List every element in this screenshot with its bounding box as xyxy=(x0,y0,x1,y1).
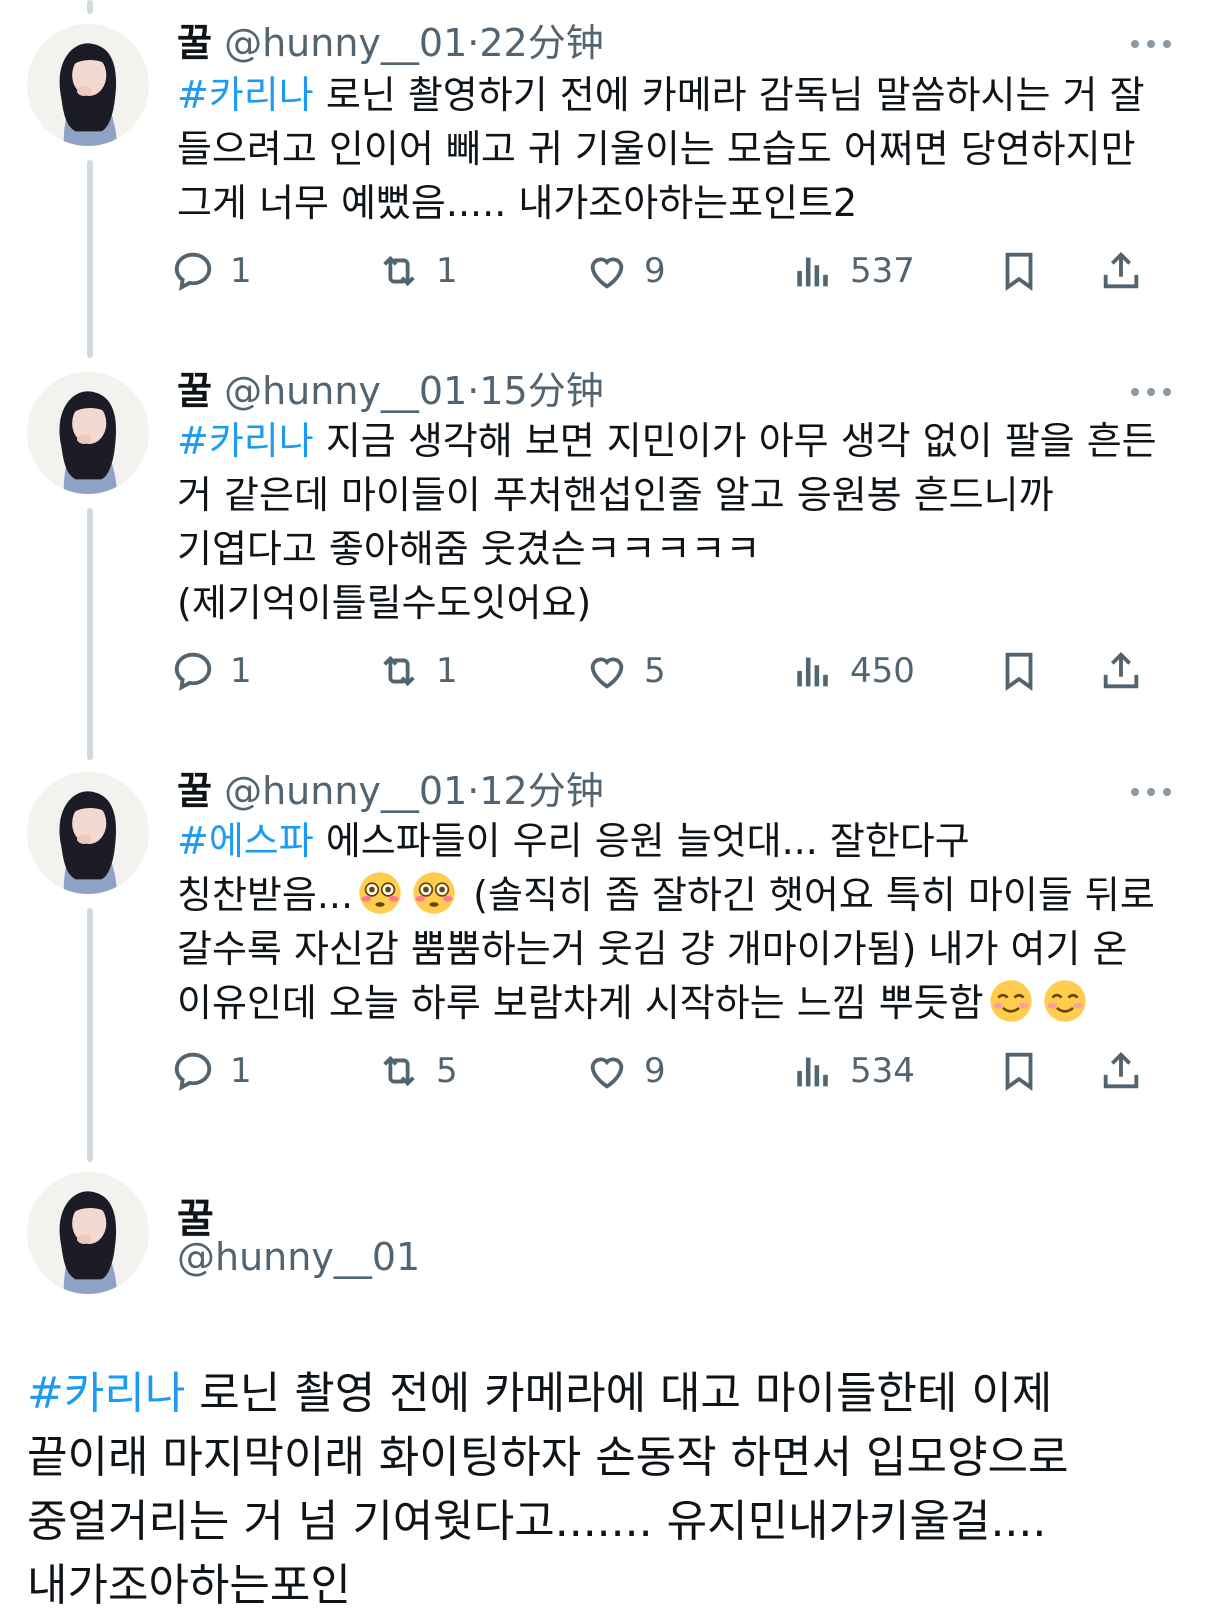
separator: · xyxy=(467,369,480,413)
tweet-body: 지금 생각해 보면 지민이가 아무 생각 없이 팔을 흔든 거 같은데 마이들이… xyxy=(177,419,1169,625)
hashtag-link[interactable]: #카리나 xyxy=(177,73,314,117)
like-count: 9 xyxy=(644,251,666,291)
views-icon xyxy=(797,1057,828,1087)
separator: · xyxy=(467,769,480,813)
views-button[interactable]: 450 xyxy=(790,648,915,694)
like-icon xyxy=(590,1057,624,1089)
bookmark-button[interactable] xyxy=(996,1048,1056,1094)
smiling-face-emoji xyxy=(989,980,1032,1022)
reply-button[interactable]: 1 xyxy=(170,1048,252,1094)
retweet-icon xyxy=(383,1055,415,1087)
reply-icon xyxy=(174,652,212,691)
tweet-text: #카리나 로닌 촬영하기 전에 카메라 감독님 말씀하시는 거 잘 들으려고 인… xyxy=(177,68,1157,230)
like-icon xyxy=(590,257,624,289)
action-bar: 1 1 5 450 xyxy=(170,648,1170,698)
share-icon xyxy=(1103,251,1139,289)
views-button[interactable]: 534 xyxy=(790,1048,915,1094)
like-button[interactable]: 9 xyxy=(584,248,666,294)
user-handle[interactable]: @hunny__01 xyxy=(224,369,467,413)
more-icon[interactable] xyxy=(1128,382,1174,402)
like-icon xyxy=(590,657,624,689)
tweet-text: #에스파 에스파들이 우리 응원 늘엇대... 잘한다구 칭찬받음... (솔직… xyxy=(177,814,1157,1030)
flushed-face-emoji xyxy=(413,872,455,914)
views-icon xyxy=(797,657,828,687)
action-bar: 1 1 9 537 xyxy=(170,248,1170,298)
display-name[interactable]: 꿀 xyxy=(177,769,212,813)
timestamp[interactable]: 15分钟 xyxy=(479,369,603,413)
reply-count: 1 xyxy=(230,1051,252,1091)
tweet-header: 꿀 @hunny__01·15分钟 xyxy=(177,368,604,414)
tweet-header: 꿀 @hunny__01·12分钟 xyxy=(177,768,604,814)
tweet-body: 로닌 촬영 전에 카메라에 대고 마이들한테 이제 끝이래 마지막이래 화이팅하… xyxy=(27,1368,1083,1611)
user-handle[interactable]: @hunny__01 xyxy=(177,1235,420,1279)
hashtag-link[interactable]: #카리나 xyxy=(177,419,314,463)
share-button[interactable] xyxy=(1098,648,1158,694)
retweet-count: 1 xyxy=(436,251,458,291)
like-button[interactable]: 9 xyxy=(584,1048,666,1094)
bookmark-icon xyxy=(1005,252,1033,292)
tweet-header: 꿀 @hunny__01·22分钟 xyxy=(177,20,604,66)
thread-line xyxy=(87,0,93,14)
avatar[interactable] xyxy=(27,372,149,494)
reply-button[interactable]: 1 xyxy=(170,248,252,294)
retweet-button[interactable]: 5 xyxy=(376,1048,458,1094)
user-handle[interactable]: @hunny__01 xyxy=(224,21,467,65)
like-count: 9 xyxy=(644,1051,666,1091)
bookmark-button[interactable] xyxy=(996,648,1056,694)
share-button[interactable] xyxy=(1098,248,1158,294)
display-name[interactable]: 꿀 xyxy=(177,21,212,65)
views-count: 450 xyxy=(850,651,915,691)
flushed-face-emoji xyxy=(359,872,401,914)
views-count: 537 xyxy=(850,251,915,291)
thread-line xyxy=(87,160,93,358)
separator: · xyxy=(467,21,480,65)
retweet-button[interactable]: 1 xyxy=(376,248,458,294)
thread-line xyxy=(87,908,93,1162)
avatar[interactable] xyxy=(27,1172,149,1294)
avatar[interactable] xyxy=(27,772,149,894)
retweet-icon xyxy=(383,255,415,287)
tweet-text: #카리나 지금 생각해 보면 지민이가 아무 생각 없이 팔을 흔든 거 같은데… xyxy=(177,414,1157,630)
more-icon[interactable] xyxy=(1128,782,1174,802)
display-name[interactable]: 꿀 xyxy=(177,369,212,413)
retweet-button[interactable]: 1 xyxy=(376,648,458,694)
views-icon xyxy=(797,257,828,287)
bookmark-button[interactable] xyxy=(996,248,1056,294)
retweet-icon xyxy=(383,655,415,687)
views-count: 534 xyxy=(850,1051,915,1091)
share-button[interactable] xyxy=(1098,1048,1158,1094)
tweet-body: 로닌 촬영하기 전에 카메라 감독님 말씀하시는 거 잘 들으려고 인이어 빼고… xyxy=(177,73,1157,225)
hashtag-link[interactable]: #에스파 xyxy=(177,819,314,863)
retweet-count: 5 xyxy=(436,1051,458,1091)
smiling-face-emoji xyxy=(1043,980,1086,1022)
bookmark-icon xyxy=(1005,652,1033,692)
reply-count: 1 xyxy=(230,251,252,291)
user-handle[interactable]: @hunny__01 xyxy=(224,769,467,813)
action-bar: 1 5 9 534 xyxy=(170,1048,1170,1098)
hashtag-link[interactable]: #카리나 xyxy=(27,1368,185,1419)
retweet-count: 1 xyxy=(436,651,458,691)
share-icon xyxy=(1103,1051,1139,1089)
like-button[interactable]: 5 xyxy=(584,648,666,694)
timestamp[interactable]: 12分钟 xyxy=(479,769,603,813)
like-count: 5 xyxy=(644,651,666,691)
avatar[interactable] xyxy=(27,24,149,146)
reply-icon xyxy=(174,252,212,291)
views-button[interactable]: 537 xyxy=(790,248,915,294)
more-icon[interactable] xyxy=(1128,34,1174,54)
thread-line xyxy=(87,508,93,760)
reply-count: 1 xyxy=(230,651,252,691)
reply-button[interactable]: 1 xyxy=(170,648,252,694)
bookmark-icon xyxy=(1005,1052,1033,1092)
reply-icon xyxy=(174,1052,212,1091)
timestamp[interactable]: 22分钟 xyxy=(479,21,603,65)
share-icon xyxy=(1103,651,1139,689)
tweet-text: #카리나 로닌 촬영 전에 카메라에 대고 마이들한테 이제 끝이래 마지막이래… xyxy=(27,1362,1187,1618)
